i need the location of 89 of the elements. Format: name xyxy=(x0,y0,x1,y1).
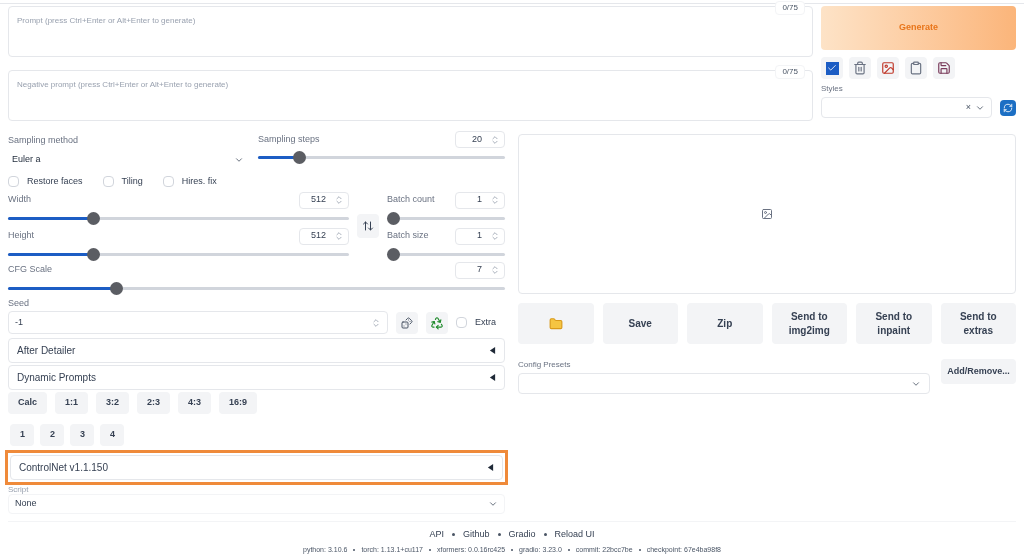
slider[interactable] xyxy=(258,151,505,164)
footer-link[interactable]: Reload UI xyxy=(554,528,595,542)
field-label: Sampling method xyxy=(8,133,80,147)
number-field[interactable]: 1 xyxy=(455,191,505,209)
checkbox-label: Extra xyxy=(475,315,496,329)
slider-label: Batch count xyxy=(387,193,435,207)
script-dropdown[interactable]: None xyxy=(8,494,505,514)
ratio-button[interactable]: 4:3 xyxy=(178,392,212,414)
action-button[interactable]: Send to img2img xyxy=(771,303,847,344)
ratio-button[interactable]: 3 xyxy=(70,424,94,446)
number-field[interactable]: 1 xyxy=(455,227,505,245)
checkbox-label: Tiling xyxy=(121,175,143,188)
caret-icon xyxy=(234,155,244,165)
seed-field[interactable]: -1 xyxy=(8,311,388,334)
checkbox[interactable] xyxy=(162,176,174,188)
tool-button[interactable] xyxy=(821,57,843,79)
sampling-method-dropdown[interactable]: Euler a xyxy=(8,150,248,170)
accordion-header[interactable]: Dynamic Prompts xyxy=(8,365,505,390)
field-label: Config Presets xyxy=(518,359,572,371)
token-counter: 0/75 xyxy=(775,65,805,79)
save-icon xyxy=(937,61,951,75)
action-button[interactable]: Save xyxy=(602,303,678,344)
checkbox[interactable] xyxy=(8,176,19,188)
tool-button[interactable] xyxy=(905,57,927,79)
checkbox-label: Restore faces xyxy=(27,175,83,188)
clipboard-icon xyxy=(909,61,923,75)
action-button[interactable]: Send to extras xyxy=(940,303,1016,344)
slider-thumb[interactable] xyxy=(109,281,123,295)
footer-link[interactable]: Gradio xyxy=(508,528,536,542)
footer-link[interactable]: Github xyxy=(462,528,490,542)
ratio-button[interactable]: 3:2 xyxy=(96,392,130,414)
number-field[interactable]: 512 xyxy=(299,227,349,245)
tool-button[interactable] xyxy=(877,57,899,79)
slider-label: Height xyxy=(8,229,34,243)
token-counter: 0/75 xyxy=(775,1,805,15)
slider[interactable] xyxy=(8,281,505,295)
slider-label: Sampling steps xyxy=(258,132,320,146)
slider[interactable] xyxy=(8,211,349,225)
clear-button[interactable]: × xyxy=(965,100,971,115)
slider-thumb[interactable] xyxy=(293,151,307,164)
action-button[interactable]: Zip xyxy=(687,303,763,344)
ratio-button[interactable]: 1:1 xyxy=(55,392,89,414)
ratio-button[interactable]: 1 xyxy=(10,424,34,446)
slider[interactable] xyxy=(387,247,505,261)
accordion-header[interactable]: After Detailer xyxy=(8,338,505,363)
number-field[interactable]: 20 xyxy=(455,131,505,148)
image-placeholder-icon xyxy=(761,208,773,220)
slider-thumb[interactable] xyxy=(387,211,400,225)
styles-dropdown[interactable]: × xyxy=(821,97,992,118)
slider-thumb[interactable] xyxy=(387,247,400,261)
ratio-button[interactable]: 2:3 xyxy=(137,392,171,414)
slider-thumb[interactable] xyxy=(86,211,100,225)
dice-button[interactable] xyxy=(396,311,418,334)
recycle-button[interactable] xyxy=(426,311,448,334)
checkbox-label: Hires. fix xyxy=(181,175,217,188)
field-label: Seed xyxy=(8,296,31,310)
add-remove-button[interactable]: Add/Remove... xyxy=(941,359,1016,384)
tool-button[interactable] xyxy=(849,57,871,79)
slider-label: Width xyxy=(8,193,31,207)
swap-arrows-icon xyxy=(362,220,374,232)
slider-fill xyxy=(258,156,296,159)
checkbox[interactable] xyxy=(456,317,467,328)
styles-label: Styles xyxy=(821,83,844,95)
folder-icon xyxy=(548,316,563,331)
slider-label: CFG Scale xyxy=(8,263,52,277)
slider[interactable] xyxy=(8,247,349,261)
action-button[interactable]: Send to inpaint xyxy=(856,303,932,344)
field-label: Script xyxy=(8,485,30,494)
slider-thumb[interactable] xyxy=(86,247,100,261)
caret-icon xyxy=(488,499,498,509)
footer-link[interactable]: API xyxy=(429,528,444,542)
tool-button[interactable] xyxy=(933,57,955,79)
number-field[interactable]: 512 xyxy=(299,191,349,209)
accordion-header[interactable]: ControlNet v1.1.150 xyxy=(10,455,503,480)
slider-label: Batch size xyxy=(387,229,429,243)
refresh-button[interactable] xyxy=(1000,99,1016,116)
number-field[interactable]: 7 xyxy=(455,261,505,279)
ratio-button[interactable]: 2 xyxy=(40,424,64,446)
checkbox-icon xyxy=(825,61,839,75)
swap-button[interactable] xyxy=(357,214,379,238)
trash-icon xyxy=(853,61,867,75)
ratio-button[interactable]: 16:9 xyxy=(219,392,258,414)
dice-icon xyxy=(401,316,413,329)
checkbox[interactable] xyxy=(102,176,114,188)
recycle-icon xyxy=(430,315,444,330)
ratio-button[interactable]: 4 xyxy=(100,424,124,446)
ratio-button[interactable]: Calc xyxy=(8,392,47,414)
slider[interactable] xyxy=(387,211,505,225)
picture-icon xyxy=(881,61,895,75)
